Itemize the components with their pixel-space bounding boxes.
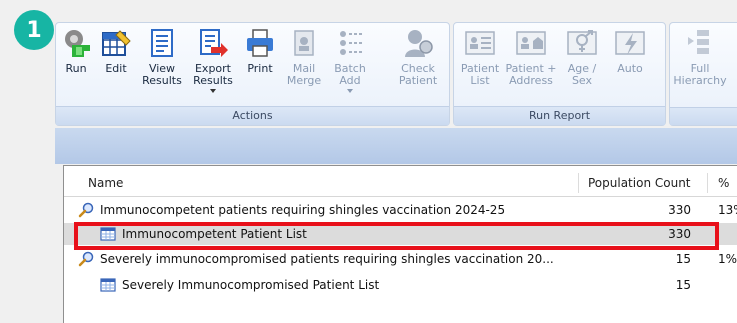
ribbon-group-label-view: Vi: [670, 107, 737, 125]
edit-button[interactable]: Edit: [98, 27, 134, 105]
view-results-button[interactable]: View Results: [140, 27, 184, 105]
ribbon-group-label-actions: Actions: [56, 106, 449, 125]
table-header: Name Population Count %: [64, 170, 737, 197]
table-row[interactable]: Severely Immunocompromised Patient List …: [64, 274, 737, 296]
row-population-count: 330: [668, 203, 691, 217]
print-button[interactable]: Print: [242, 27, 278, 105]
export-results-button[interactable]: Export Results: [190, 27, 236, 105]
batch-add-dropdown-arrow-icon[interactable]: [347, 89, 353, 93]
full-hierarchy-icon: [688, 30, 709, 54]
ribbon-toolbar: Run Edit View Results Export Results Pri…: [55, 22, 737, 128]
column-header-name[interactable]: Name: [88, 170, 123, 196]
patient-address-icon: [516, 31, 546, 55]
ribbon-group-run-report: PatientList Patient +Address Age /Sex: [453, 22, 666, 126]
step-number-badge: 1: [14, 10, 54, 50]
highlight-box: [74, 222, 719, 250]
row-name: Severely Immunocompromised Patient List: [122, 278, 380, 292]
patient-list-icon: [465, 31, 495, 55]
row-percent: 1%: [718, 252, 737, 266]
report-toolbar-bar: [55, 128, 737, 164]
edit-grid-icon: [102, 30, 131, 56]
full-hierarchy-button[interactable]: Full Hierarchy: [672, 27, 728, 105]
patient-address-button[interactable]: Patient + Address: [506, 27, 557, 105]
column-header-population-count[interactable]: Population Count: [588, 170, 691, 196]
patient-list-button[interactable]: Patient List: [460, 27, 500, 105]
ribbon-group-view: FullHierarchy Vi: [669, 22, 737, 126]
table-row[interactable]: Severely immunocompromised patients requ…: [64, 248, 737, 270]
search-magnifier-icon: [78, 202, 94, 218]
row-name: Immunocompetent patients requiring shing…: [100, 203, 506, 217]
run-icon: [65, 30, 90, 57]
row-population-count: 15: [675, 278, 691, 292]
batch-add-icon: [340, 31, 363, 55]
row-population-count: 15: [675, 252, 691, 266]
row-name: Severely immunocompromised patients requ…: [100, 252, 554, 266]
printer-icon: [247, 29, 273, 57]
row-percent: 13%: [718, 203, 737, 217]
mail-merge-button[interactable]: Mail Merge: [284, 27, 324, 105]
run-button[interactable]: Run: [58, 27, 94, 105]
batch-add-button[interactable]: Batch Add: [330, 27, 370, 105]
check-patient-icon: [405, 30, 433, 57]
auto-button[interactable]: Auto: [610, 27, 650, 105]
patient-list-table-icon: [100, 278, 116, 292]
search-magnifier-icon: [78, 251, 94, 267]
column-header-percent[interactable]: %: [718, 170, 729, 196]
age-sex-button[interactable]: Age / Sex: [562, 27, 602, 105]
check-patient-button[interactable]: Check Patient: [396, 27, 440, 105]
table-row[interactable]: Immunocompetent patients requiring shing…: [64, 199, 737, 221]
age-sex-icon: [567, 30, 597, 55]
view-results-icon: [151, 29, 173, 57]
ribbon-group-actions: Run Edit View Results Export Results Pri…: [55, 22, 450, 126]
mail-merge-icon: [294, 30, 314, 56]
auto-icon: [615, 31, 645, 55]
export-dropdown-arrow-icon[interactable]: [210, 89, 216, 93]
export-results-icon: [200, 29, 228, 57]
ribbon-group-label-run-report: Run Report: [454, 106, 665, 125]
